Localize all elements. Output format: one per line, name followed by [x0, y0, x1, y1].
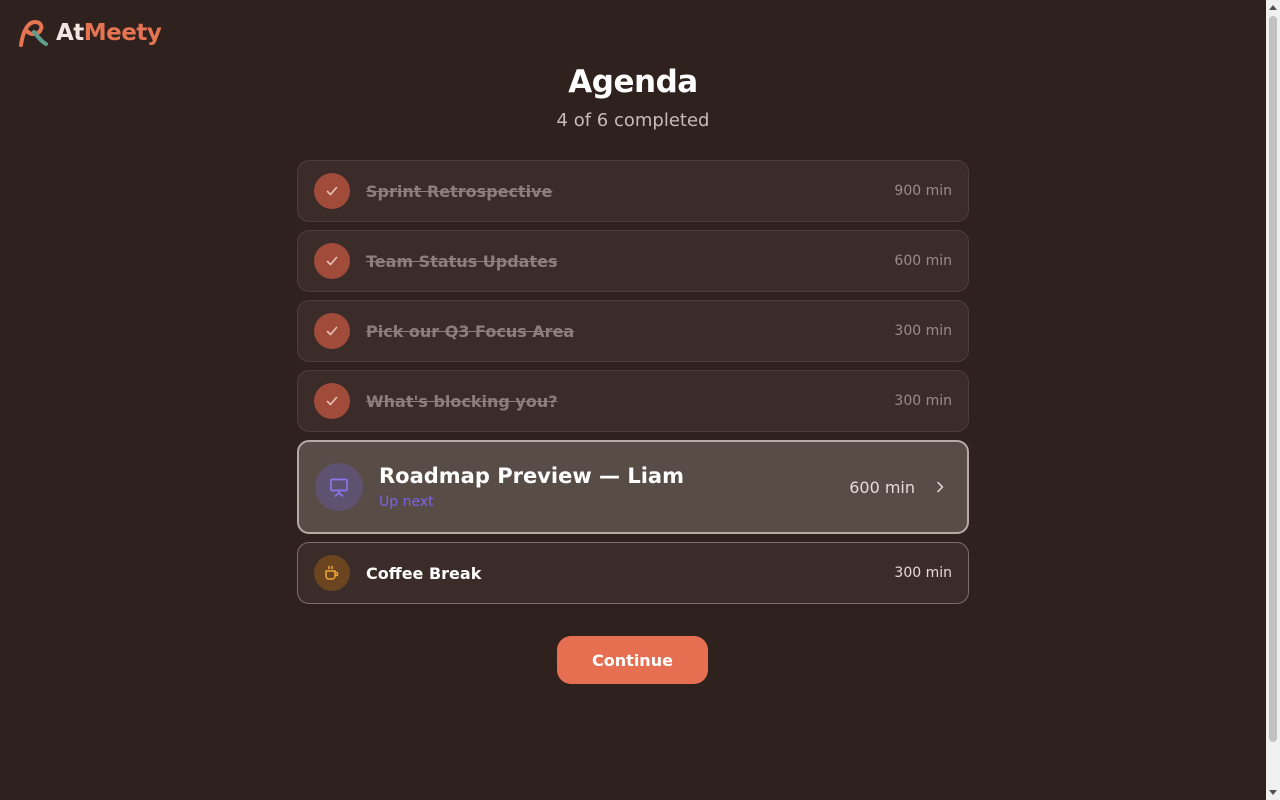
agenda-item-completed[interactable]: Team Status Updates 600 min	[297, 230, 969, 292]
agenda-item-title: Pick our Q3 Focus Area	[366, 321, 575, 341]
scroll-down-arrow-icon[interactable]	[1269, 788, 1277, 796]
chevron-right-icon	[937, 481, 944, 493]
agenda-header: Agenda 4 of 6 completed	[0, 64, 1266, 131]
brand-prefix: At	[56, 20, 84, 46]
coffee-icon	[314, 555, 350, 591]
continue-button[interactable]: Continue	[557, 636, 708, 684]
agenda-item-completed[interactable]: What's blocking you? 300 min	[297, 370, 969, 432]
agenda-item-pending[interactable]: Coffee Break 300 min	[297, 542, 969, 604]
agenda-item-title: What's blocking you?	[366, 391, 558, 411]
agenda-list: Sprint Retrospective 900 min Team Status…	[297, 160, 969, 604]
check-icon	[314, 173, 350, 209]
agenda-item-completed[interactable]: Sprint Retrospective 900 min	[297, 160, 969, 222]
page-title: Agenda	[568, 64, 698, 100]
agenda-item-duration: 600 min	[894, 253, 952, 269]
agenda-item-duration: 300 min	[894, 393, 952, 409]
atmeety-logo-icon	[19, 19, 48, 47]
agenda-item-completed[interactable]: Pick our Q3 Focus Area 300 min	[297, 300, 969, 362]
agenda-item-current[interactable]: Roadmap Preview — Liam Up next 600 min	[297, 440, 969, 534]
presentation-icon	[315, 463, 363, 511]
scroll-up-arrow-icon[interactable]	[1269, 4, 1277, 12]
agenda-item-duration: 300 min	[894, 565, 952, 581]
brand-suffix: Meety	[83, 20, 162, 46]
agenda-item-title: Team Status Updates	[366, 251, 558, 271]
app-logo[interactable]: AtMeety	[18, 19, 162, 47]
agenda-item-duration: 300 min	[894, 323, 952, 339]
scrollbar[interactable]	[1266, 0, 1280, 800]
brand-name: AtMeety	[56, 20, 162, 46]
agenda-item-title: Roadmap Preview — Liam	[379, 464, 684, 488]
up-next-label: Up next	[379, 494, 434, 510]
agenda-item-duration: 600 min	[849, 477, 915, 497]
scrollbar-thumb[interactable]	[1269, 16, 1277, 742]
agenda-item-title: Sprint Retrospective	[366, 181, 553, 201]
agenda-item-title: Coffee Break	[366, 563, 482, 583]
check-icon	[314, 313, 350, 349]
agenda-item-duration: 900 min	[894, 183, 952, 199]
progress-text: 4 of 6 completed	[556, 110, 710, 131]
check-icon	[314, 243, 350, 279]
check-icon	[314, 383, 350, 419]
